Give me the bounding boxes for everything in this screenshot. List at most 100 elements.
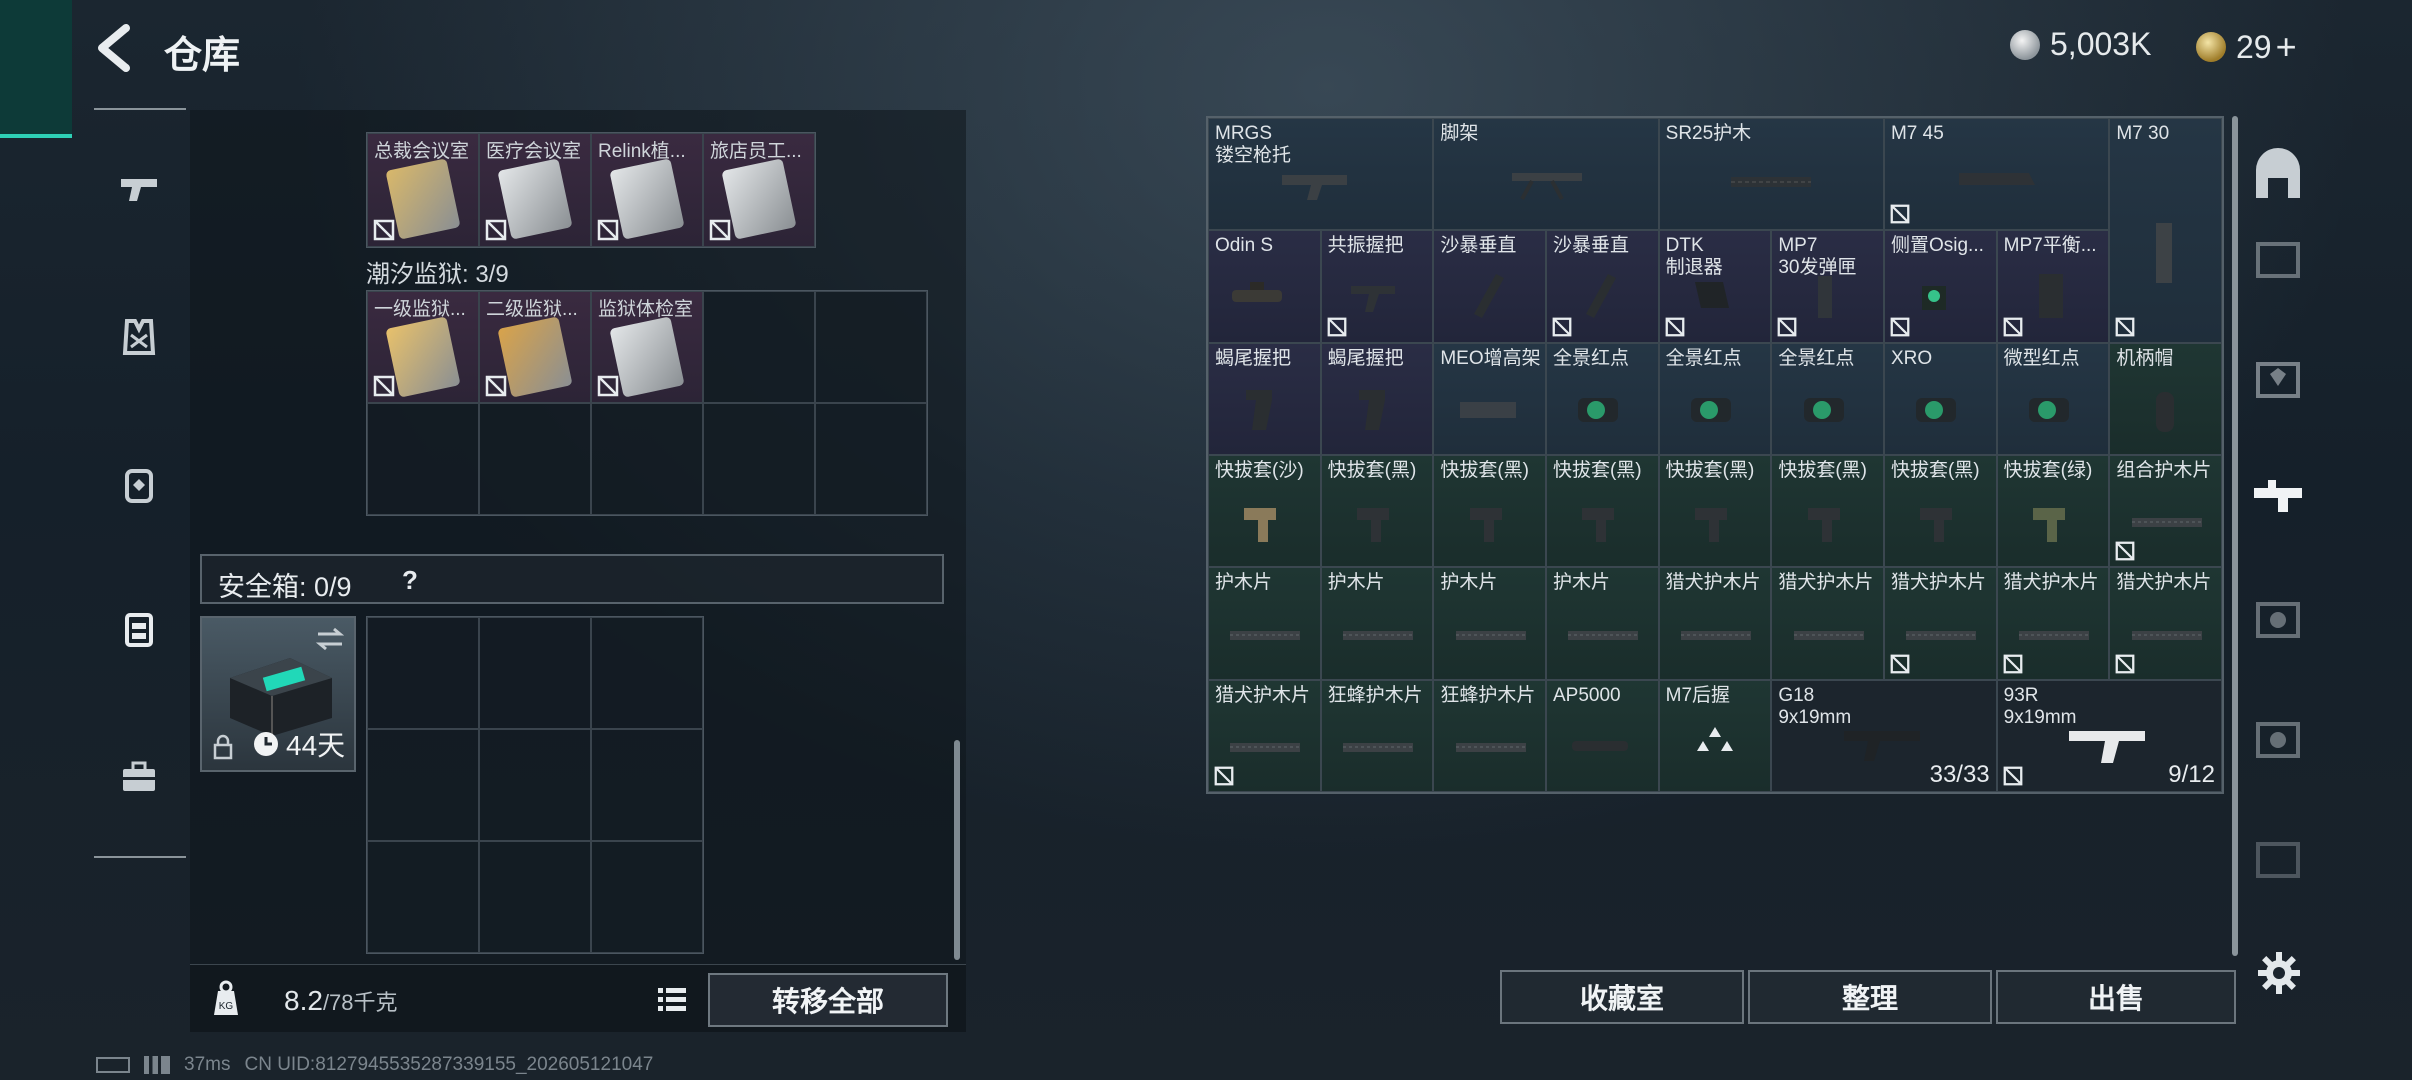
stash-home-tab-icon[interactable] [2248, 148, 2308, 208]
add-token-button[interactable]: + [2276, 26, 2297, 68]
stash-item[interactable]: 护木片 [1320, 567, 1434, 680]
nav-toolbox-tab[interactable] [100, 738, 178, 816]
stash-item[interactable]: M7后握 [1658, 679, 1772, 792]
stash-item[interactable]: 快拔套(黑) [1433, 455, 1546, 568]
swap-icon[interactable] [314, 626, 346, 652]
stash-item[interactable]: 快拔套(黑) [1545, 455, 1659, 568]
nav-weapons-tab[interactable] [100, 150, 178, 228]
keycard-slot[interactable]: 一级监狱... [367, 291, 479, 403]
empty-slot[interactable] [815, 291, 927, 403]
stash-item-label: 蝎尾握把 [1327, 347, 1404, 369]
stash-scrollbar[interactable] [2232, 116, 2238, 956]
token-balance[interactable]: 29 + [2196, 26, 2297, 68]
stash-item[interactable]: 护木片 [1433, 567, 1546, 680]
empty-slot[interactable] [591, 403, 703, 515]
safe-box-item[interactable]: 44天 [200, 616, 356, 772]
empty-slot[interactable] [479, 617, 591, 729]
empty-slot[interactable] [367, 841, 479, 953]
empty-slot[interactable] [591, 729, 703, 841]
item-cap-icon [2155, 391, 2174, 432]
stash-item[interactable]: MP7平衡... [1996, 230, 2110, 343]
stash-item[interactable]: 快拔套(沙) [1208, 455, 1321, 568]
stash-item[interactable]: 猎犬护木片 [2109, 567, 2222, 680]
stash-item[interactable]: AP5000 [1545, 679, 1659, 792]
sort-button[interactable]: 整理 [1748, 970, 1992, 1024]
keycard-slot[interactable]: 二级监狱... [479, 291, 591, 403]
stash-item[interactable]: MEO增高架 [1433, 342, 1546, 455]
collection-room-button[interactable]: 收藏室 [1500, 970, 1744, 1024]
keycard-slot[interactable]: 监狱体检室 [591, 291, 703, 403]
empty-slot[interactable] [479, 841, 591, 953]
stash-item[interactable]: SR25护木 [1658, 118, 1884, 231]
stash-item[interactable]: 快拔套(黑) [1883, 455, 1997, 568]
stash-item[interactable]: 猎犬护木片 [1208, 679, 1321, 792]
empty-slot[interactable] [591, 617, 703, 729]
stash-item[interactable]: 狂蜂护木片 [1320, 679, 1434, 792]
left-scrollbar[interactable] [954, 740, 960, 960]
settings-gear-icon[interactable] [2256, 950, 2302, 996]
stash-item[interactable]: 微型红点 [1996, 342, 2110, 455]
stash-item[interactable]: M7 30 [2109, 118, 2222, 343]
stash-item[interactable]: Odin S [1208, 230, 1321, 343]
stash-item[interactable]: 快拔套(绿) [1996, 455, 2110, 568]
stash-item[interactable]: MP7 30发弹匣 [1771, 230, 1884, 343]
coin-balance[interactable]: 5,003K [2010, 26, 2151, 63]
help-button[interactable]: ? [402, 565, 418, 596]
back-arrow-icon[interactable] [92, 22, 136, 74]
empty-slot[interactable] [367, 729, 479, 841]
stash-item[interactable]: MRGS 镂空枪托 [1208, 118, 1434, 231]
stash-item[interactable]: XRO [1883, 342, 1997, 455]
stash-item[interactable]: 狂蜂护木片 [1433, 679, 1546, 792]
empty-slot[interactable] [591, 841, 703, 953]
stash-item[interactable]: 沙暴垂直 [1433, 230, 1546, 343]
stash-item[interactable]: 侧置Osig... [1883, 230, 1997, 343]
keycard-slot[interactable]: Relink植... [591, 133, 703, 247]
stash-item[interactable]: 全景红点 [1771, 342, 1884, 455]
stash-item[interactable]: 脚架 [1433, 118, 1659, 231]
empty-slot[interactable] [479, 729, 591, 841]
empty-slot[interactable] [367, 617, 479, 729]
stash-item[interactable]: 护木片 [1545, 567, 1659, 680]
keycard-slot[interactable]: 医疗会议室 [479, 133, 591, 247]
stash-item[interactable]: 护木片 [1208, 567, 1321, 680]
stash-item[interactable]: M7 45 [1883, 118, 2110, 231]
stash-item[interactable]: 全景红点 [1545, 342, 1659, 455]
stash-page-3-tab-icon[interactable] [2248, 350, 2308, 410]
stash-item[interactable]: 组合护木片 [2109, 455, 2222, 568]
keycard-slot[interactable]: 总裁会议室 [367, 133, 479, 247]
stash-item[interactable]: 共振握把 [1320, 230, 1434, 343]
stash-item[interactable]: G18 9x19mm 33/33 [1771, 679, 1997, 792]
empty-slot[interactable] [703, 291, 815, 403]
stash-item[interactable]: 蝎尾握把 [1320, 342, 1434, 455]
stash-item[interactable]: 全景红点 [1658, 342, 1772, 455]
stash-item[interactable]: 快拔套(黑) [1658, 455, 1772, 568]
stash-item[interactable]: 猎犬护木片 [1658, 567, 1772, 680]
sell-button[interactable]: 出售 [1996, 970, 2236, 1024]
empty-slot[interactable] [367, 403, 479, 515]
nav-safe-case-tab[interactable] [100, 590, 178, 668]
stash-item[interactable]: 猎犬护木片 [1771, 567, 1884, 680]
stash-item[interactable]: 快拔套(黑) [1320, 455, 1434, 568]
stash-item[interactable]: 猎犬护木片 [1996, 567, 2110, 680]
nav-backpack-tab[interactable] [100, 446, 178, 524]
keycard-slot[interactable]: 旅店员工... [703, 133, 815, 247]
stash-page-4b-tab-icon[interactable] [2248, 590, 2308, 650]
stash-item[interactable]: 沙暴垂直 [1545, 230, 1659, 343]
stash-page-4d-tab-icon[interactable] [2248, 830, 2308, 890]
stash-item[interactable]: DTK 制退器 [1658, 230, 1772, 343]
stash-attachments-tab-icon[interactable] [2248, 468, 2308, 528]
transfer-all-button[interactable]: 转移全部 [708, 973, 948, 1027]
stash-item[interactable]: 机柄帽 [2109, 342, 2222, 455]
empty-slot[interactable] [479, 403, 591, 515]
empty-slot[interactable] [815, 403, 927, 515]
keycard-image [609, 158, 685, 240]
stash-item[interactable]: 快拔套(黑) [1771, 455, 1884, 568]
list-icon[interactable] [650, 979, 694, 1019]
stash-page-4c-tab-icon[interactable] [2248, 710, 2308, 770]
stash-item[interactable]: 93R 9x19mm 9/12 [1996, 679, 2222, 792]
stash-page-4-tab-icon[interactable] [2248, 230, 2308, 290]
nav-armor-tab[interactable] [100, 298, 178, 376]
stash-item[interactable]: 猎犬护木片 [1883, 567, 1997, 680]
stash-item[interactable]: 蝎尾握把 [1208, 342, 1321, 455]
empty-slot[interactable] [703, 403, 815, 515]
